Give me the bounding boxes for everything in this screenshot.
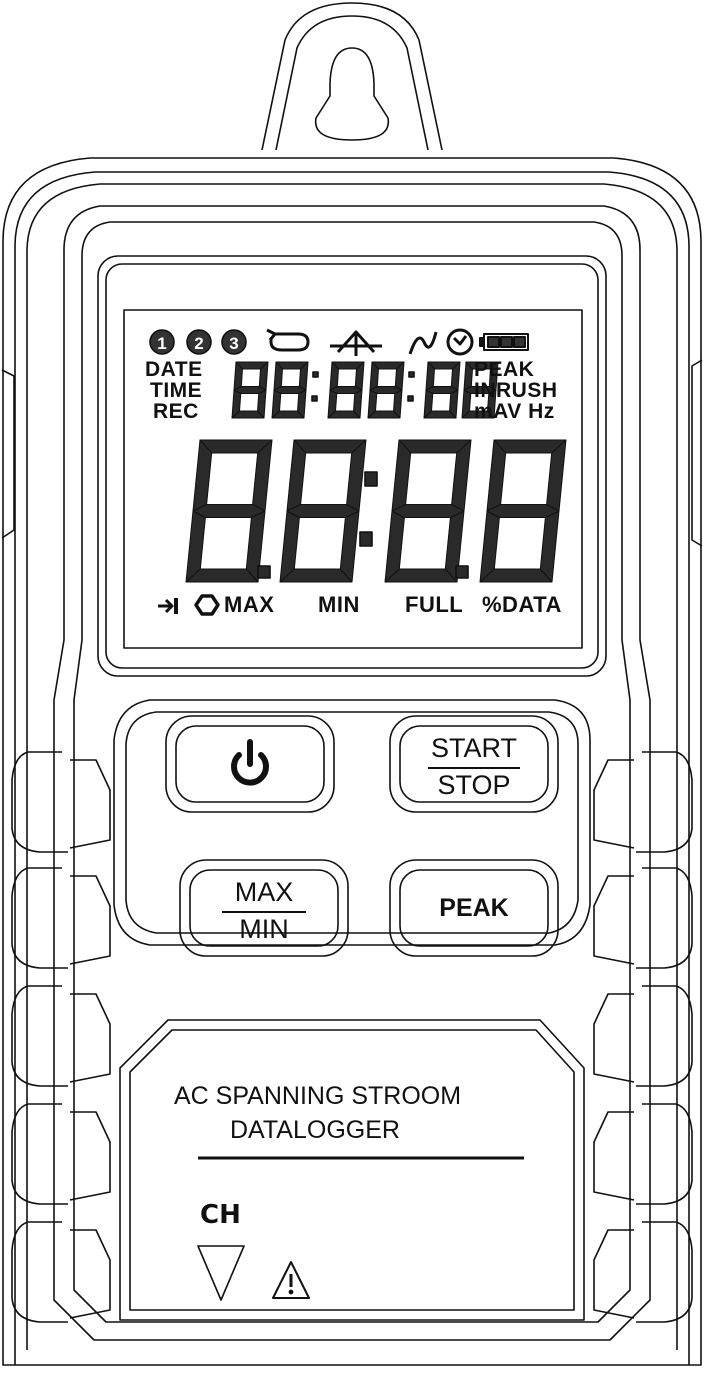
units-indicator: mAV Hz — [474, 400, 555, 423]
product-name-line2: DATALOGGER — [230, 1116, 400, 1144]
lcd-segment — [369, 386, 403, 394]
hexagon-icon — [194, 594, 220, 616]
start-stop-divider — [428, 767, 520, 769]
colon-dot — [407, 395, 414, 402]
seven-segment-digit — [271, 361, 309, 419]
battery-icon — [479, 333, 529, 351]
lcd-segment — [391, 439, 412, 512]
seven-segment-digit — [479, 439, 567, 583]
decimal-point — [257, 565, 271, 579]
warning-icon — [272, 1261, 310, 1299]
lcd-segment — [425, 386, 459, 394]
datalogger-device: 1 2 3 — [1, 2, 703, 1366]
seven-segment-digit — [231, 361, 269, 419]
lcd-segment — [539, 510, 560, 583]
lcd-segment — [192, 439, 213, 512]
colon-dot — [312, 371, 319, 378]
down-triangle-icon — [197, 1245, 245, 1301]
colon-dot — [359, 531, 373, 547]
peak-label: PEAK — [439, 894, 509, 922]
rec-label: REC — [153, 400, 199, 423]
channel-3-icon: 3 — [221, 329, 247, 355]
peak-indicator: PEAK — [474, 358, 535, 381]
power-icon — [231, 739, 269, 786]
hanger-tab — [261, 2, 443, 151]
small-seven-segment-readout — [231, 361, 499, 419]
lcd-segment — [233, 386, 267, 394]
max-indicator: MAX — [224, 592, 275, 617]
lcd-segment — [286, 439, 307, 512]
main-seven-segment-readout — [185, 439, 567, 583]
loop-icon — [266, 328, 310, 352]
max-min-divider — [222, 911, 306, 913]
seven-segment-digit — [423, 361, 461, 419]
colon-dot — [408, 371, 415, 378]
max-label: MAX — [234, 877, 294, 907]
hanger-hole — [314, 47, 390, 141]
decimal-point — [455, 565, 469, 579]
data-indicator: %DATA — [482, 592, 562, 617]
svg-text:2: 2 — [194, 334, 203, 353]
label-panel — [119, 1019, 585, 1321]
svg-text:1: 1 — [157, 334, 166, 353]
seven-segment-digit — [384, 439, 472, 583]
lcd-segment — [339, 510, 360, 583]
lcd-segment — [391, 504, 465, 518]
clock-icon — [446, 328, 474, 356]
seven-segment-digit — [279, 439, 367, 583]
time-label: TIME — [150, 379, 203, 402]
seven-segment-digit — [367, 361, 405, 419]
lcd-segment — [329, 386, 363, 394]
seven-segment-digit — [185, 439, 273, 583]
channel-label: CH — [200, 1200, 241, 1230]
stop-label: STOP — [437, 770, 511, 800]
product-name-line1: AC SPANNING STROOM — [174, 1082, 462, 1110]
full-indicator: FULL — [405, 592, 464, 617]
device-body — [2, 157, 702, 1366]
start-label: START — [430, 733, 517, 763]
lcd-segment — [486, 504, 560, 518]
sine-wave-icon — [408, 331, 438, 355]
peak-hold-icon — [330, 330, 382, 356]
colon-dot — [364, 471, 378, 487]
lcd-segment — [286, 504, 360, 518]
min-label: MIN — [239, 914, 289, 944]
lcd-segment — [273, 386, 307, 394]
date-label: DATE — [145, 358, 203, 381]
min-indicator: MIN — [318, 592, 360, 617]
channel-2-icon: 2 — [186, 329, 212, 355]
svg-text:3: 3 — [229, 334, 238, 353]
lcd-segment — [486, 439, 507, 512]
colon-dot — [311, 395, 318, 402]
inrush-indicator: INRUSH — [474, 379, 558, 402]
seven-segment-digit — [327, 361, 365, 419]
arrow-right-icon — [158, 598, 178, 614]
channel-1-icon: 1 — [149, 329, 175, 355]
lcd-segment — [192, 504, 266, 518]
